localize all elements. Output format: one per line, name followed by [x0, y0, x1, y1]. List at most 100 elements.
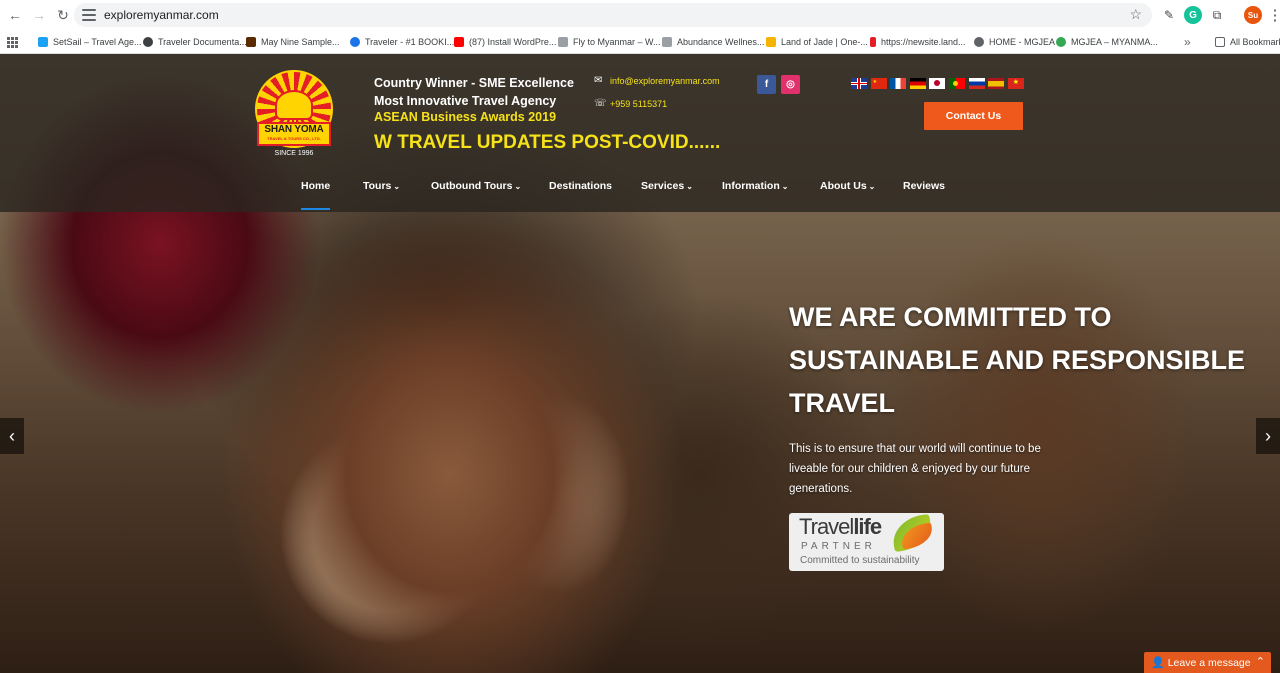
bookmark-item[interactable]: Land of Jade | One-...	[766, 34, 868, 50]
bookmarks-bar: SetSail – Travel Age... Traveler Documen…	[0, 30, 1280, 54]
bookmark-favicon-icon	[1056, 37, 1066, 47]
bookmark-favicon-icon	[870, 37, 876, 47]
bookmark-item[interactable]: SetSail – Travel Age...	[38, 34, 142, 50]
email-text[interactable]: info@exploremyanmar.com	[610, 76, 720, 86]
nav-tours-label: Tours	[363, 180, 392, 192]
logo-plate: SHAN YOMA TRAVEL & TOURS CO., LTD.	[257, 122, 331, 146]
star-favicon-icon	[766, 37, 776, 47]
chevron-down-icon: ⌄	[781, 182, 789, 191]
chevron-down-icon: ⌄	[514, 182, 522, 191]
bookmark-favicon-icon	[38, 37, 48, 47]
travelife-wordmark: Travellife	[799, 514, 882, 540]
china-flag-icon[interactable]: ★	[870, 78, 887, 89]
nav-home[interactable]: Home	[301, 180, 330, 192]
folder-icon	[1215, 37, 1225, 47]
bookmark-favicon-icon	[246, 37, 256, 47]
portugal-flag-icon[interactable]	[948, 78, 965, 89]
nav-about-us[interactable]: About Us ⌄	[820, 180, 875, 192]
bookmarks-overflow-icon[interactable]: »	[1184, 34, 1191, 50]
all-bookmarks-folder[interactable]: All Bookmarks	[1215, 34, 1280, 50]
japan-flag-icon[interactable]	[929, 78, 946, 89]
facebook-icon[interactable]: f	[757, 75, 776, 94]
bookmark-favicon-icon	[974, 37, 984, 47]
nav-information[interactable]: Information ⌄	[722, 180, 788, 192]
url-text[interactable]: exploremyanmar.com	[104, 8, 219, 22]
youtube-favicon-icon	[454, 37, 464, 47]
back-icon[interactable]: ←	[6, 6, 24, 24]
nav-reviews[interactable]: Reviews	[903, 180, 945, 192]
bookmark-item[interactable]: Traveler - #1 BOOKI...	[350, 34, 454, 50]
apps-grid-icon[interactable]	[7, 34, 18, 50]
bookmark-item[interactable]: May Nine Sample...	[246, 34, 340, 50]
spain-flag-icon[interactable]	[988, 78, 1005, 89]
slider-prev-chevron-left-icon[interactable]: ‹	[0, 418, 24, 454]
bookmark-item[interactable]: https://newsite.land...	[870, 34, 966, 50]
address-bar[interactable]: exploremyanmar.com ☆	[74, 3, 1152, 27]
bookmark-item[interactable]: Abundance Wellnes...	[662, 34, 764, 50]
bookmark-item[interactable]: Fly to Myanmar – W...	[558, 34, 661, 50]
extensions-puzzle-icon[interactable]: ⧉	[1208, 6, 1226, 24]
nav-outbound-tours[interactable]: Outbound Tours ⌄	[431, 180, 521, 192]
nav-about-us-label: About Us	[820, 180, 867, 192]
browser-menu-icon[interactable]: ⋮	[1266, 6, 1280, 24]
eyedropper-extension-icon[interactable]: ✎	[1160, 6, 1178, 24]
leave-message-chat-widget[interactable]: 👤 Leave a message ⌃	[1144, 652, 1271, 673]
logo-sub-text: TRAVEL & TOURS CO., LTD.	[267, 136, 321, 141]
hero-tagline: This is to ensure that our world will co…	[789, 443, 1041, 495]
travelife-commit-text: Committed to sustainability	[800, 555, 920, 566]
logo-since-text: SINCE 1996	[274, 150, 314, 157]
nav-tours[interactable]: Tours ⌄	[363, 180, 400, 192]
bookmark-item[interactable]: HOME - MGJEA	[974, 34, 1055, 50]
award-line-2: Most Innovative Travel Agency	[374, 94, 557, 108]
phone-contact[interactable]: ☏ +959 5115371	[594, 98, 667, 109]
reload-icon[interactable]: ↻	[54, 6, 72, 24]
person-icon: 👤	[1151, 657, 1165, 669]
active-nav-indicator	[301, 208, 330, 210]
contact-us-button[interactable]: Contact Us	[924, 102, 1023, 130]
vietnam-flag-icon[interactable]: ★	[1007, 78, 1024, 89]
grammarly-extension-icon[interactable]: G	[1184, 6, 1202, 24]
bookmark-item[interactable]: (87) Install WordPre...	[454, 34, 556, 50]
instagram-icon[interactable]: ◎	[781, 75, 800, 94]
nav-services[interactable]: Services ⌄	[641, 180, 693, 192]
germany-flag-icon[interactable]	[909, 78, 926, 89]
uk-flag-icon[interactable]	[851, 78, 867, 89]
bookmark-item[interactable]: MGJEA – MYANMA...	[1056, 34, 1158, 50]
profile-avatar[interactable]: Su	[1244, 6, 1262, 24]
forward-icon[interactable]: →	[30, 6, 48, 24]
bookmark-favicon-icon	[143, 37, 153, 47]
nav-destinations[interactable]: Destinations	[549, 180, 612, 192]
logo-brand-text: SHAN YOMA	[264, 124, 324, 135]
travelife-partner-badge[interactable]: Travellife PARTNER Committed to sustaina…	[789, 513, 944, 571]
bookmark-favicon-icon	[350, 37, 360, 47]
nav-reviews-label: Reviews	[903, 180, 946, 192]
shan-yoma-logo[interactable]: SHAN YOMA TRAVEL & TOURS CO., LTD. SINCE…	[253, 70, 335, 160]
travelife-word-travel: Travel	[799, 514, 854, 539]
phone-text[interactable]: +959 5115371	[610, 99, 667, 109]
main-navigation: Home Tours ⌄ Outbound Tours ⌄ Destinations…	[0, 172, 1280, 212]
chevron-down-icon: ⌄	[393, 182, 401, 191]
chevron-up-icon: ⌃	[1255, 656, 1265, 668]
envelope-icon: ✉	[594, 75, 603, 86]
nav-information-label: Information	[722, 180, 780, 192]
nav-outbound-tours-label: Outbound Tours	[431, 180, 513, 192]
browser-toolbar: ← → ↻ exploremyanmar.com ☆ ✎ G ⧉ Su ⋮	[0, 0, 1280, 30]
russia-flag-icon[interactable]	[968, 78, 985, 89]
nav-destinations-label: Destinations	[549, 180, 613, 192]
award-line-3: ASEAN Business Awards 2019	[374, 110, 557, 124]
email-contact[interactable]: ✉ info@exploremyanmar.com	[594, 75, 720, 86]
covid-updates-marquee[interactable]: W TRAVEL UPDATES POST-COVID......	[374, 132, 720, 154]
web-page: SHAN YOMA TRAVEL & TOURS CO., LTD. SINCE…	[0, 54, 1280, 673]
travelife-word-life: life	[853, 514, 882, 539]
bookmark-item[interactable]: Traveler Documenta...	[143, 34, 247, 50]
site-settings-icon[interactable]	[82, 8, 96, 22]
logo-emblem	[275, 90, 313, 120]
travelife-partner-text: PARTNER	[801, 541, 876, 552]
nav-services-label: Services	[641, 180, 685, 192]
bookmark-star-icon[interactable]: ☆	[1129, 6, 1142, 23]
award-line-1: Country Winner - SME Excellence	[374, 76, 574, 90]
chevron-down-icon: ⌄	[686, 182, 693, 191]
france-flag-icon[interactable]	[890, 78, 907, 89]
phone-icon: ☏	[594, 98, 607, 109]
slider-next-chevron-right-icon[interactable]: ›	[1256, 418, 1280, 454]
